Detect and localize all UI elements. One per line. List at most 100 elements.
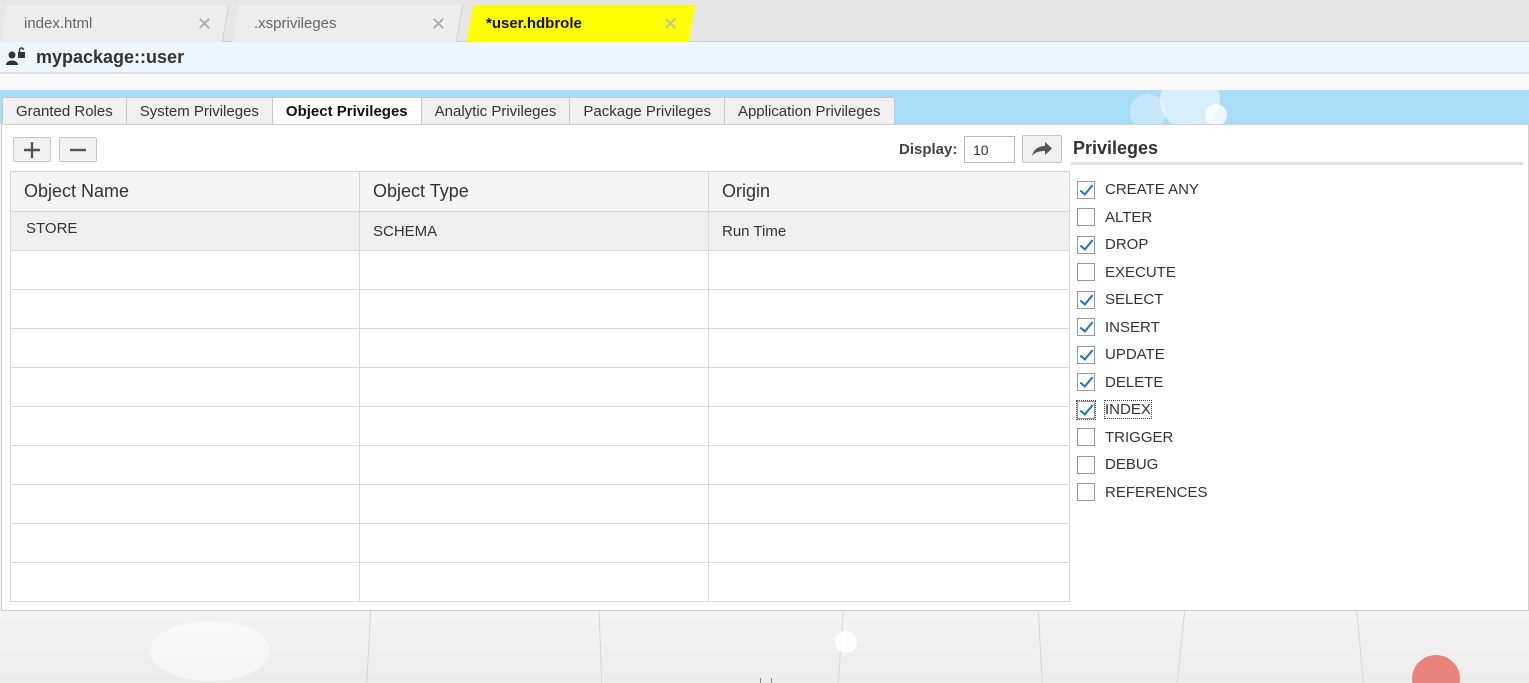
privilege-label: CREATE ANY	[1105, 181, 1199, 199]
close-icon[interactable]: ✕	[431, 14, 446, 35]
table-cell	[708, 406, 1070, 446]
privilege-label: DROP	[1105, 236, 1149, 254]
checkbox[interactable]	[1077, 318, 1095, 337]
privilege-delete[interactable]: DELETE	[1077, 369, 1208, 397]
table-cell	[10, 328, 360, 368]
privilege-create-any[interactable]: CREATE ANY	[1077, 176, 1208, 204]
table-cell	[359, 445, 709, 485]
checkbox[interactable]	[1077, 373, 1095, 392]
privilege-index[interactable]: INDEX	[1076, 396, 1208, 424]
table-cell	[359, 289, 709, 329]
editor-tab-xsprivileges[interactable]: .xsprivileges ✕	[232, 5, 464, 42]
background-decoration	[0, 611, 1529, 683]
table-cell	[10, 445, 360, 485]
privilege-label: INSERT	[1105, 318, 1160, 336]
divider	[1071, 162, 1523, 165]
table-row[interactable]	[10, 250, 1070, 290]
privilege-label: TRIGGER	[1105, 428, 1174, 446]
table-row[interactable]	[10, 367, 1070, 407]
checkbox[interactable]	[1077, 208, 1095, 227]
table-cell	[10, 562, 360, 602]
column-header-object-name[interactable]: Object Name	[10, 171, 360, 212]
privilege-references[interactable]: REFERENCES	[1077, 479, 1208, 507]
table-cell: STORE	[10, 211, 360, 251]
table-row[interactable]	[10, 445, 1070, 485]
privilege-execute[interactable]: EXECUTE	[1077, 259, 1208, 287]
table-cell	[10, 250, 360, 290]
tab-analytic-privileges[interactable]: Analytic Privileges	[420, 97, 571, 124]
privilege-label: UPDATE	[1105, 346, 1165, 364]
table-cell	[359, 367, 709, 407]
table-cell	[10, 367, 360, 407]
table-cell	[708, 445, 1070, 485]
privileges-title: Privileges	[1073, 138, 1159, 158]
table-cell	[708, 523, 1070, 563]
tab-application-privileges[interactable]: Application Privileges	[723, 97, 895, 124]
table-cell	[359, 250, 709, 290]
privilege-debug[interactable]: DEBUG	[1077, 451, 1208, 479]
table-cell	[708, 367, 1070, 407]
sub-tabs: Granted Roles System Privileges Object P…	[2, 97, 895, 125]
table-cell: Run Time	[708, 211, 1070, 251]
splitter-handle[interactable]	[760, 678, 772, 683]
privilege-label: DEBUG	[1105, 456, 1159, 474]
column-header-object-type[interactable]: Object Type	[359, 171, 709, 212]
table-cell	[708, 289, 1070, 329]
tab-granted-roles[interactable]: Granted Roles	[2, 97, 127, 124]
table-row[interactable]	[10, 328, 1070, 368]
tab-system-privileges[interactable]: System Privileges	[125, 97, 273, 124]
checkbox[interactable]	[1077, 235, 1095, 254]
checkbox[interactable]	[1077, 345, 1095, 364]
privilege-select[interactable]: SELECT	[1077, 286, 1208, 314]
close-icon[interactable]: ✕	[197, 14, 212, 35]
privilege-alter[interactable]: ALTER	[1077, 204, 1208, 232]
go-button[interactable]	[1022, 135, 1062, 163]
table-row[interactable]	[10, 562, 1070, 602]
table-row[interactable]	[10, 289, 1070, 329]
privilege-insert[interactable]: INSERT	[1077, 314, 1208, 342]
privilege-update[interactable]: UPDATE	[1077, 341, 1208, 369]
plus-icon	[24, 141, 40, 158]
close-icon[interactable]: ✕	[663, 14, 678, 35]
table-cell	[359, 406, 709, 446]
checkbox[interactable]	[1076, 399, 1096, 420]
checkbox[interactable]	[1077, 428, 1095, 447]
objects-table: Object Name Object Type Origin STORE SCH…	[10, 171, 1070, 602]
privilege-label: SELECT	[1105, 291, 1164, 309]
editor-tab-label: .xsprivileges	[254, 15, 337, 32]
tab-object-privileges[interactable]: Object Privileges	[271, 97, 422, 125]
document-header: mypackage::user	[0, 42, 1529, 74]
editor-tab-label: *user.hdbrole	[486, 15, 582, 32]
table-row[interactable]: STORE SCHEMA Run Time	[10, 211, 1070, 251]
privileges-list: CREATE ANY ALTER DROP EXECUTE SELECT INS…	[1076, 176, 1208, 507]
checkbox[interactable]	[1077, 180, 1095, 199]
table-cell	[359, 484, 709, 524]
table-cell	[10, 484, 360, 524]
table-row[interactable]	[10, 484, 1070, 524]
editor-tab-label: index.html	[24, 15, 93, 32]
display-count-input[interactable]	[964, 136, 1015, 163]
minus-icon	[70, 148, 86, 151]
table-cell	[359, 562, 709, 602]
checkbox[interactable]	[1077, 290, 1095, 309]
remove-object-button[interactable]	[59, 137, 97, 162]
table-header-row: Object Name Object Type Origin	[10, 171, 1070, 212]
privilege-trigger[interactable]: TRIGGER	[1077, 424, 1208, 452]
editor-tab-user-hdbrole[interactable]: *user.hdbrole ✕	[466, 5, 696, 42]
table-cell	[708, 250, 1070, 290]
column-header-origin[interactable]: Origin	[708, 171, 1070, 212]
checkbox[interactable]	[1077, 483, 1095, 502]
privilege-label: DELETE	[1105, 373, 1164, 391]
checkbox[interactable]	[1077, 263, 1095, 282]
editor-tab-index-html[interactable]: index.html ✕	[0, 5, 230, 42]
add-object-button[interactable]	[13, 137, 51, 162]
table-row[interactable]	[10, 523, 1070, 563]
table-cell	[10, 523, 360, 563]
privilege-label: EXECUTE	[1105, 263, 1176, 281]
checkbox[interactable]	[1077, 455, 1095, 474]
table-row[interactable]	[10, 406, 1070, 446]
privilege-drop[interactable]: DROP	[1077, 231, 1208, 259]
tab-package-privileges[interactable]: Package Privileges	[569, 97, 725, 124]
privilege-label: INDEX	[1104, 400, 1152, 420]
table-cell	[10, 289, 360, 329]
